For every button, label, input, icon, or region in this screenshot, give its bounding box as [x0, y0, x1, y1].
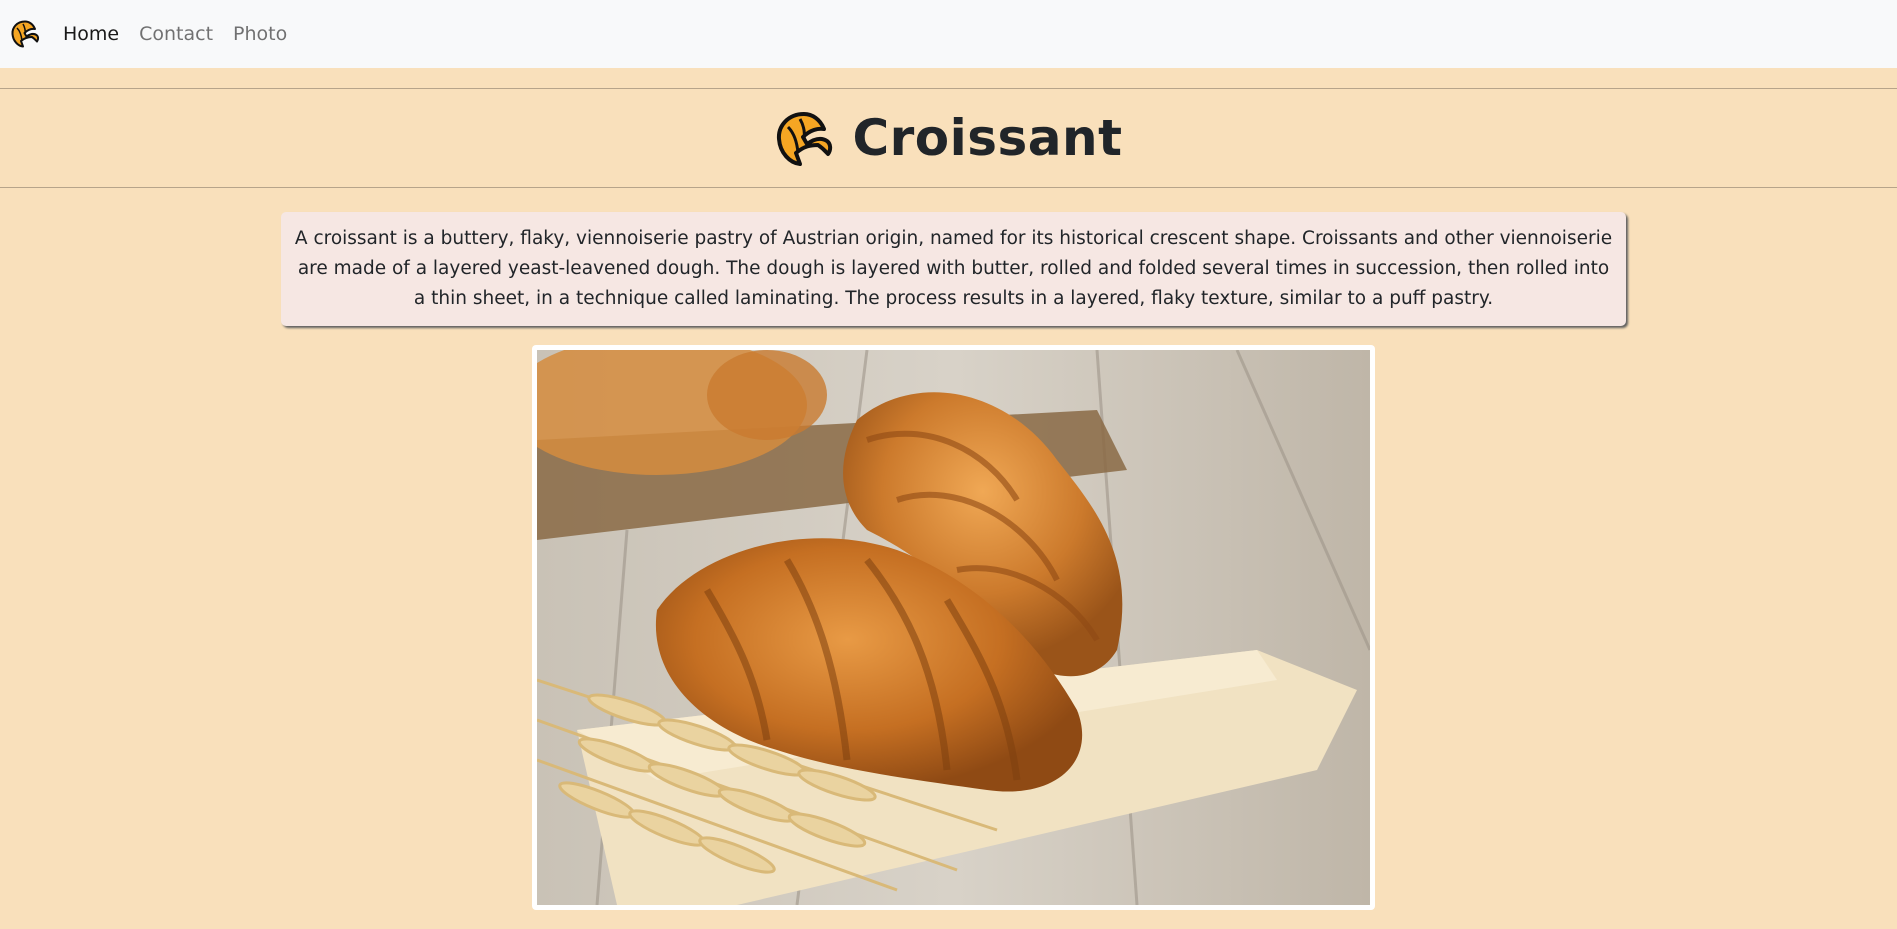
page-title: Croissant	[852, 109, 1123, 167]
description-box: A croissant is a buttery, flaky, viennoi…	[281, 212, 1626, 326]
page-header: Croissant	[0, 88, 1897, 188]
nav-link-contact[interactable]: Contact	[139, 23, 213, 45]
croissant-icon	[777, 112, 833, 166]
nav-link-photo[interactable]: Photo	[233, 23, 287, 45]
photo-frame	[532, 345, 1375, 910]
croissant-photo	[537, 350, 1370, 905]
description-text: A croissant is a buttery, flaky, viennoi…	[294, 228, 1613, 309]
croissant-icon[interactable]	[10, 19, 40, 49]
nav-link-home[interactable]: Home	[63, 23, 119, 45]
top-navbar: Home Contact Photo	[0, 0, 1897, 68]
